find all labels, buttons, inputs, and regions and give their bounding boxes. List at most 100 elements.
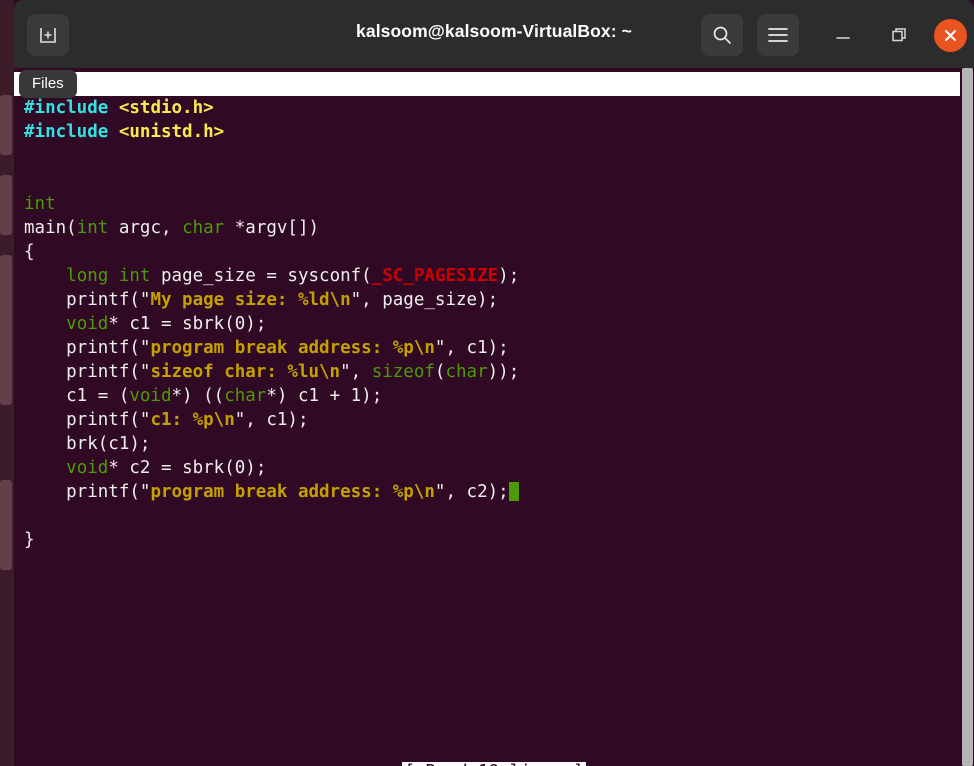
files-tooltip: Files bbox=[19, 70, 77, 98]
code-token: printf(" bbox=[24, 410, 150, 430]
code-token: *) (( bbox=[172, 386, 225, 406]
code-line: void* c2 = sbrk(0); bbox=[24, 456, 954, 480]
code-token: c1 = ( bbox=[24, 386, 129, 406]
minimize-icon bbox=[834, 26, 852, 44]
code-line: } bbox=[24, 528, 954, 552]
maximize-restore-icon bbox=[890, 26, 908, 44]
close-button[interactable] bbox=[934, 19, 967, 52]
code-token: _SC_PAGESIZE bbox=[372, 266, 498, 286]
code-token: * c2 = sbrk(0); bbox=[108, 458, 266, 478]
window-titlebar[interactable]: kalsoom@kalsoom-VirtualBox: ~ bbox=[14, 0, 974, 68]
code-token: int bbox=[77, 218, 109, 238]
code-token: <unistd.h> bbox=[119, 122, 224, 142]
code-token: char bbox=[182, 218, 224, 238]
code-line: { bbox=[24, 240, 954, 264]
search-icon bbox=[711, 24, 733, 46]
code-token: ", c1); bbox=[435, 338, 509, 358]
code-line: main(int argc, char *argv[]) bbox=[24, 216, 954, 240]
code-token: ", page_size); bbox=[351, 290, 499, 310]
code-token: My page size: %ld\n bbox=[150, 290, 350, 310]
nano-status-bar: [ Read 19 lines ] bbox=[14, 760, 974, 766]
code-token: c1: %p\n bbox=[150, 410, 234, 430]
terminal-scrollbar[interactable] bbox=[960, 68, 974, 766]
code-token: page_size = sysconf( bbox=[150, 266, 371, 286]
code-token: ); bbox=[498, 266, 519, 286]
code-token: long bbox=[66, 266, 108, 286]
code-token: main( bbox=[24, 218, 77, 238]
code-token: #include bbox=[24, 98, 108, 118]
search-button[interactable] bbox=[701, 14, 743, 56]
code-token: printf(" bbox=[24, 290, 150, 310]
code-token: } bbox=[24, 530, 35, 550]
hamburger-menu-icon bbox=[767, 26, 789, 44]
scrollbar-thumb[interactable] bbox=[962, 68, 973, 766]
nano-code-buffer[interactable]: #include <stdio.h>#include <unistd.h> in… bbox=[24, 96, 954, 552]
dock-item[interactable] bbox=[0, 480, 12, 570]
code-token: *) c1 + 1); bbox=[266, 386, 382, 406]
code-token: ( bbox=[435, 362, 446, 382]
screen: kalsoom@kalsoom-VirtualBox: ~ bbox=[0, 0, 974, 766]
code-token: *argv[]) bbox=[224, 218, 319, 238]
code-token: int bbox=[24, 194, 56, 214]
text-cursor bbox=[509, 482, 519, 501]
code-line: printf("program break address: %p\n", c1… bbox=[24, 336, 954, 360]
minimize-button[interactable] bbox=[822, 14, 864, 56]
code-line bbox=[24, 168, 954, 192]
code-token: void bbox=[66, 314, 108, 334]
code-line: printf("c1: %p\n", c1); bbox=[24, 408, 954, 432]
code-token bbox=[108, 266, 119, 286]
code-line bbox=[24, 144, 954, 168]
code-line: void* c1 = sbrk(0); bbox=[24, 312, 954, 336]
code-token: char bbox=[445, 362, 487, 382]
new-tab-button[interactable] bbox=[27, 14, 69, 56]
code-token bbox=[108, 98, 119, 118]
code-token: )); bbox=[488, 362, 520, 382]
code-token bbox=[24, 266, 66, 286]
code-token bbox=[24, 458, 66, 478]
code-token: sizeof char: %lu\n bbox=[150, 362, 340, 382]
code-token: ", c1); bbox=[235, 410, 309, 430]
code-line: #include <stdio.h> bbox=[24, 96, 954, 120]
close-icon bbox=[942, 27, 959, 44]
code-token: program break address: %p\n bbox=[150, 482, 434, 502]
code-token: <stdio.h> bbox=[119, 98, 214, 118]
dock-item[interactable] bbox=[0, 95, 12, 155]
code-line: long int page_size = sysconf(_SC_PAGESIZ… bbox=[24, 264, 954, 288]
code-token: void bbox=[129, 386, 171, 406]
dock-item[interactable] bbox=[0, 175, 12, 235]
code-token: argc, bbox=[108, 218, 182, 238]
nano-header-bar: GNU nano 4.8 brk1.c bbox=[14, 72, 960, 96]
code-line: printf("program break address: %p\n", c2… bbox=[24, 480, 954, 504]
code-token: char bbox=[224, 386, 266, 406]
code-token: ", bbox=[340, 362, 372, 382]
ubuntu-dock[interactable] bbox=[0, 0, 14, 766]
new-tab-icon bbox=[38, 25, 58, 45]
code-token: brk(c1); bbox=[24, 434, 150, 454]
code-token: void bbox=[66, 458, 108, 478]
code-token: ", c2); bbox=[435, 482, 509, 502]
code-token: program break address: %p\n bbox=[150, 338, 434, 358]
code-token bbox=[108, 122, 119, 142]
dock-item[interactable] bbox=[0, 255, 12, 405]
code-token: printf(" bbox=[24, 338, 150, 358]
code-token: { bbox=[24, 242, 35, 262]
code-token: sizeof bbox=[372, 362, 435, 382]
code-line bbox=[24, 504, 954, 528]
maximize-button[interactable] bbox=[878, 14, 920, 56]
code-token bbox=[24, 314, 66, 334]
terminal-content[interactable]: GNU nano 4.8 brk1.c #include <stdio.h>#i… bbox=[14, 68, 974, 766]
nano-status-message: [ Read 19 lines ] bbox=[402, 762, 585, 766]
code-token: * c1 = sbrk(0); bbox=[108, 314, 266, 334]
terminal-window: kalsoom@kalsoom-VirtualBox: ~ bbox=[14, 0, 974, 766]
code-line: #include <unistd.h> bbox=[24, 120, 954, 144]
code-token: printf(" bbox=[24, 482, 150, 502]
code-token: #include bbox=[24, 122, 108, 142]
menu-button[interactable] bbox=[757, 14, 799, 56]
code-line: printf("My page size: %ld\n", page_size)… bbox=[24, 288, 954, 312]
code-token: int bbox=[119, 266, 151, 286]
code-token: printf(" bbox=[24, 362, 150, 382]
code-line: c1 = (void*) ((char*) c1 + 1); bbox=[24, 384, 954, 408]
code-line: int bbox=[24, 192, 954, 216]
code-line: printf("sizeof char: %lu\n", sizeof(char… bbox=[24, 360, 954, 384]
code-line: brk(c1); bbox=[24, 432, 954, 456]
